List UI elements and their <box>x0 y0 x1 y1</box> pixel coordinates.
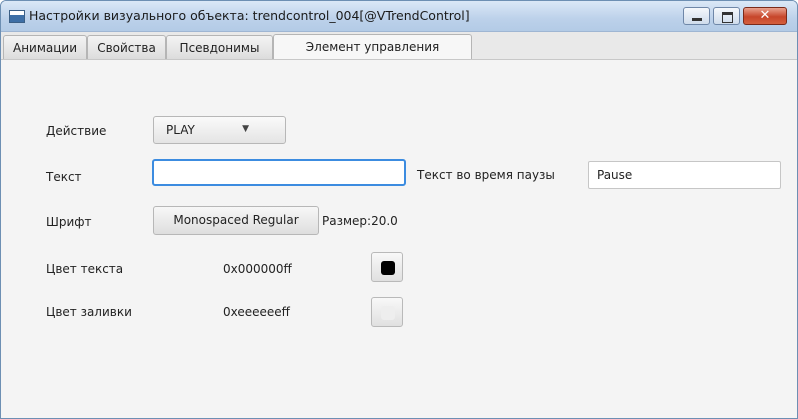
action-combobox[interactable]: PLAY ▼ <box>153 116 286 144</box>
fill-color-swatch <box>381 306 395 320</box>
tab-aliases[interactable]: Псевдонимы <box>166 35 273 59</box>
action-combobox-value: PLAY <box>166 123 195 137</box>
maximize-icon <box>722 12 733 23</box>
pause-text-input[interactable] <box>588 161 781 189</box>
font-select-button[interactable]: Monospaced Regular <box>153 206 319 235</box>
text-color-picker-button[interactable] <box>371 252 403 282</box>
title-bar[interactable]: Настройки визуального объекта: trendcont… <box>1 1 797 32</box>
font-size-label: Размер:20.0 <box>322 214 398 228</box>
tab-animations[interactable]: Анимации <box>3 35 87 59</box>
text-label: Текст <box>46 170 82 184</box>
minimize-button[interactable] <box>683 7 710 25</box>
text-input[interactable] <box>152 159 406 186</box>
tab-properties[interactable]: Свойства <box>87 35 166 59</box>
font-label: Шрифт <box>46 215 92 229</box>
window-app-icon <box>9 10 25 23</box>
window-title: Настройки визуального объекта: trendcont… <box>29 8 470 23</box>
close-button[interactable]: ✕ <box>743 7 787 25</box>
text-color-value: 0x000000ff <box>223 262 292 276</box>
maximize-button[interactable] <box>713 7 740 25</box>
settings-window: Настройки визуального объекта: trendcont… <box>0 0 798 419</box>
fill-color-picker-button[interactable] <box>371 297 403 327</box>
action-label: Действие <box>46 124 107 138</box>
close-icon: ✕ <box>759 8 771 23</box>
pause-text-label: Текст во время паузы <box>417 168 555 182</box>
minimize-icon <box>692 18 702 21</box>
tab-control-element[interactable]: Элемент управления <box>273 34 472 60</box>
text-color-swatch <box>381 261 395 275</box>
chevron-down-icon: ▼ <box>242 124 249 134</box>
fill-color-label: Цвет заливки <box>46 305 132 319</box>
text-color-label: Цвет текста <box>46 262 124 276</box>
tab-content-panel: Действие PLAY ▼ Текст Текст во время пау… <box>1 59 797 418</box>
fill-color-value: 0xeeeeeeff <box>223 305 290 319</box>
